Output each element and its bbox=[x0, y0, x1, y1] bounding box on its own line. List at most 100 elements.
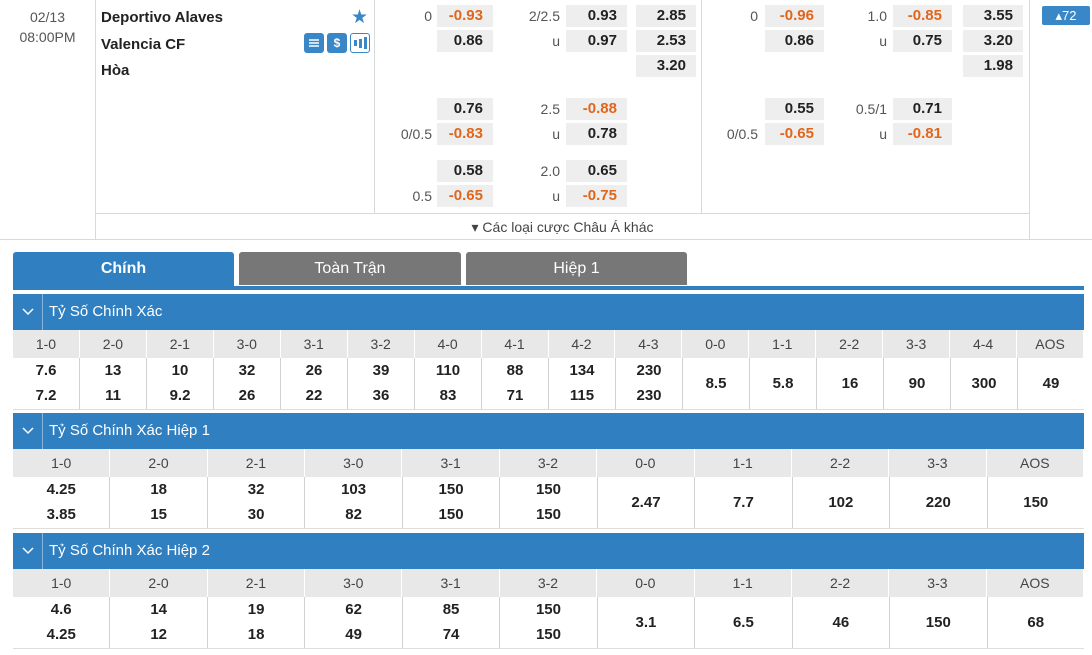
odds-value[interactable]: 150 bbox=[439, 481, 464, 499]
ft-over-odds-2[interactable]: -0.88 bbox=[566, 98, 627, 120]
odds-value[interactable]: 3.1 bbox=[636, 614, 657, 632]
ft-under-odds[interactable]: 0.97 bbox=[566, 30, 627, 52]
odds-value[interactable]: 16 bbox=[842, 375, 859, 393]
odds-value[interactable]: 150 bbox=[536, 626, 561, 644]
odds-value[interactable]: 3.85 bbox=[47, 506, 76, 524]
odds-value[interactable]: 26 bbox=[306, 362, 323, 380]
ft-over-odds[interactable]: 0.93 bbox=[566, 5, 627, 27]
ft-hcp-home-odds-3[interactable]: 0.58 bbox=[437, 160, 493, 182]
ht-1x2-home[interactable]: 3.55 bbox=[963, 5, 1023, 27]
dollar-icon[interactable]: $ bbox=[327, 33, 347, 53]
tab-full-match[interactable]: Toàn Trận bbox=[239, 252, 461, 285]
ft-hcp-home-odds[interactable]: -0.93 bbox=[437, 5, 493, 27]
odds-value[interactable]: 74 bbox=[443, 626, 460, 644]
ft-over-odds-3[interactable]: 0.65 bbox=[566, 160, 627, 182]
odds-value[interactable]: 68 bbox=[1027, 614, 1044, 632]
odds-value[interactable]: 39 bbox=[373, 362, 390, 380]
ft-under-odds-2[interactable]: 0.78 bbox=[566, 123, 627, 145]
odds-value[interactable]: 22 bbox=[306, 387, 323, 405]
odds-value[interactable]: 150 bbox=[536, 506, 561, 524]
tab-main[interactable]: Chính bbox=[13, 252, 234, 286]
odds-value[interactable]: 4.25 bbox=[47, 481, 76, 499]
odds-value[interactable]: 19 bbox=[248, 601, 265, 619]
away-team[interactable]: Valencia CF bbox=[101, 36, 185, 53]
odds-value[interactable]: 300 bbox=[971, 375, 996, 393]
odds-value[interactable]: 6.5 bbox=[733, 614, 754, 632]
tab-first-half[interactable]: Hiệp 1 bbox=[466, 252, 687, 285]
odds-value[interactable]: 103 bbox=[341, 481, 366, 499]
odds-value[interactable]: 49 bbox=[345, 626, 362, 644]
odds-value[interactable]: 5.8 bbox=[773, 375, 794, 393]
favorite-star-icon[interactable]: ★ bbox=[351, 6, 368, 29]
ht-over-odds-2[interactable]: 0.71 bbox=[893, 98, 952, 120]
odds-value[interactable]: 150 bbox=[439, 506, 464, 524]
ht-hcp-away-odds[interactable]: 0.86 bbox=[765, 30, 824, 52]
odds-value[interactable]: 46 bbox=[833, 614, 850, 632]
odds-history-icon[interactable] bbox=[304, 33, 324, 53]
odds-value[interactable]: 110 bbox=[436, 362, 460, 380]
odds-value[interactable]: 7.6 bbox=[36, 362, 57, 380]
odds-value[interactable]: 30 bbox=[248, 506, 265, 524]
odds-value[interactable]: 2.47 bbox=[631, 494, 660, 512]
odds-value[interactable]: 32 bbox=[248, 481, 265, 499]
ht-hcp-home-odds[interactable]: -0.96 bbox=[765, 5, 824, 27]
section-header[interactable]: Tỷ Số Chính Xác Hiệp 2 bbox=[13, 533, 1084, 569]
odds-value[interactable]: 14 bbox=[150, 601, 167, 619]
odds-value[interactable]: 230 bbox=[636, 387, 661, 405]
odds-value[interactable]: 102 bbox=[828, 494, 853, 512]
ht-under-odds-2[interactable]: -0.81 bbox=[893, 123, 952, 145]
odds-value[interactable]: 9.2 bbox=[170, 387, 191, 405]
chevron-down-icon[interactable] bbox=[13, 533, 43, 569]
ft-hcp-away-odds-2[interactable]: -0.83 bbox=[437, 123, 493, 145]
odds-value[interactable]: 150 bbox=[1023, 494, 1048, 512]
odds-value[interactable]: 18 bbox=[248, 626, 265, 644]
odds-value[interactable]: 49 bbox=[1043, 375, 1060, 393]
odds-value[interactable]: 90 bbox=[909, 375, 926, 393]
odds-value[interactable]: 150 bbox=[536, 601, 561, 619]
ft-1x2-home[interactable]: 2.85 bbox=[636, 5, 696, 27]
home-team[interactable]: Deportivo Alaves bbox=[101, 9, 223, 26]
odds-value[interactable]: 13 bbox=[105, 362, 122, 380]
odds-value[interactable]: 230 bbox=[636, 362, 661, 380]
more-asian-bets-toggle[interactable]: ▾ Các loại cược Châu Á khác bbox=[96, 213, 1029, 240]
odds-value[interactable]: 11 bbox=[105, 387, 121, 405]
odds-value[interactable]: 4.6 bbox=[51, 601, 72, 619]
odds-value[interactable]: 150 bbox=[926, 614, 951, 632]
odds-value[interactable]: 220 bbox=[926, 494, 951, 512]
odds-value[interactable]: 62 bbox=[345, 601, 362, 619]
odds-value[interactable]: 85 bbox=[443, 601, 460, 619]
odds-value[interactable]: 4.25 bbox=[47, 626, 76, 644]
ft-under-odds-3[interactable]: -0.75 bbox=[566, 185, 627, 207]
stats-chart-icon[interactable] bbox=[350, 33, 370, 53]
ht-1x2-away[interactable]: 3.20 bbox=[963, 30, 1023, 52]
odds-value[interactable]: 71 bbox=[507, 387, 524, 405]
odds-value[interactable]: 10 bbox=[172, 362, 189, 380]
odds-value[interactable]: 115 bbox=[570, 387, 594, 405]
odds-value[interactable]: 83 bbox=[440, 387, 457, 405]
odds-value[interactable]: 82 bbox=[345, 506, 362, 524]
section-header[interactable]: Tỷ Số Chính Xác bbox=[13, 294, 1084, 330]
ft-1x2-away[interactable]: 2.53 bbox=[636, 30, 696, 52]
more-markets-badge[interactable]: ▴72 bbox=[1042, 6, 1090, 25]
ht-over-odds[interactable]: -0.85 bbox=[893, 5, 952, 27]
odds-value[interactable]: 12 bbox=[150, 626, 167, 644]
ft-1x2-draw[interactable]: 3.20 bbox=[636, 55, 696, 77]
odds-value[interactable]: 150 bbox=[536, 481, 561, 499]
odds-value[interactable]: 15 bbox=[150, 506, 167, 524]
section-header[interactable]: Tỷ Số Chính Xác Hiệp 1 bbox=[13, 413, 1084, 449]
chevron-down-icon[interactable] bbox=[13, 413, 43, 449]
odds-value[interactable]: 88 bbox=[507, 362, 524, 380]
ht-hcp-home-odds-2[interactable]: 0.55 bbox=[765, 98, 824, 120]
ht-under-odds[interactable]: 0.75 bbox=[893, 30, 952, 52]
odds-value[interactable]: 7.7 bbox=[733, 494, 754, 512]
odds-value[interactable]: 18 bbox=[150, 481, 167, 499]
odds-value[interactable]: 36 bbox=[373, 387, 390, 405]
ht-hcp-away-odds-2[interactable]: -0.65 bbox=[765, 123, 824, 145]
odds-value[interactable]: 8.5 bbox=[706, 375, 727, 393]
odds-value[interactable]: 7.2 bbox=[36, 387, 57, 405]
ft-hcp-home-odds-2[interactable]: 0.76 bbox=[437, 98, 493, 120]
odds-value[interactable]: 134 bbox=[569, 362, 594, 380]
odds-value[interactable]: 26 bbox=[239, 387, 256, 405]
ft-hcp-away-odds-3[interactable]: -0.65 bbox=[437, 185, 493, 207]
odds-value[interactable]: 32 bbox=[239, 362, 256, 380]
